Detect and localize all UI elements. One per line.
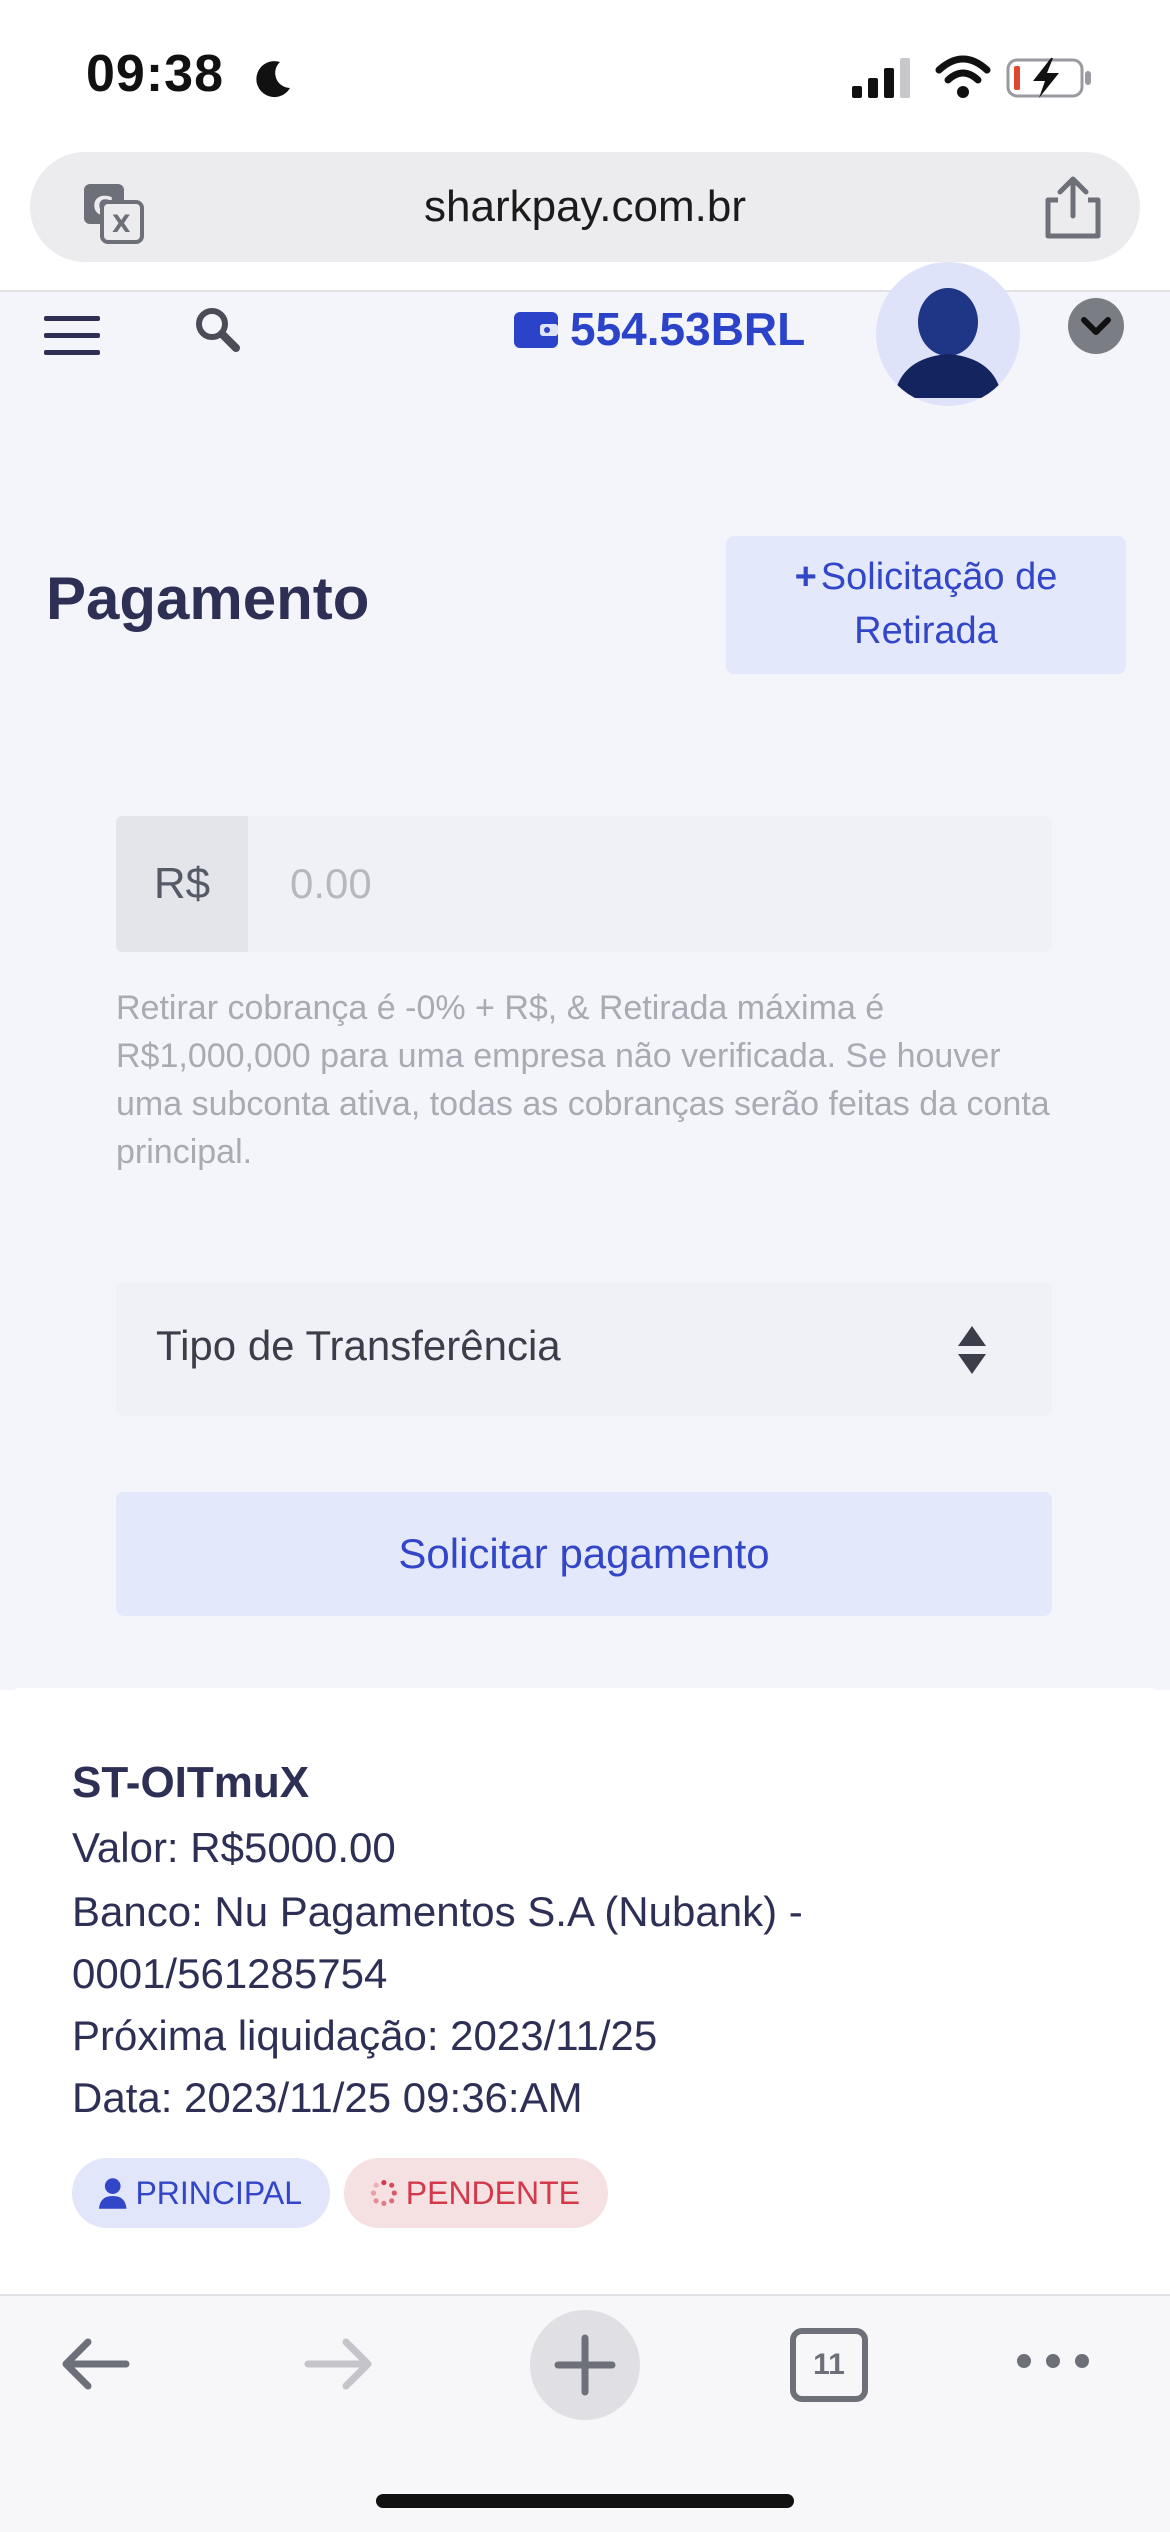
spinner-icon (370, 2179, 397, 2207)
battery-charging-icon (1006, 58, 1091, 98)
select-arrows-icon (958, 1326, 986, 1374)
plus-icon (554, 2334, 616, 2396)
user-silhouette-icon (894, 288, 1002, 398)
withdrawal-request-label-line2: Retirada (854, 610, 998, 652)
transfer-type-select[interactable]: Tipo de Transferência (116, 1282, 1052, 1416)
moon-icon (256, 61, 290, 98)
payout-date: Data: 2023/11/25 09:36:AM (72, 2074, 583, 2121)
transfer-type-label: Tipo de Transferência (156, 1322, 561, 1369)
menu-icon[interactable] (44, 314, 100, 358)
account-badge: PRINCIPAL (72, 2158, 330, 2228)
wallet-icon (514, 312, 558, 348)
main-content: 554.53BRL Pagamento + Solicitação de Reti… (0, 262, 1170, 1690)
share-icon[interactable] (1040, 174, 1106, 242)
payout-bank-account: 0001/561285754 (72, 1950, 388, 1997)
page-title: Pagamento (46, 565, 370, 632)
withdrawal-request-button[interactable]: + Solicitação de Retirada (726, 536, 1126, 674)
account-badge-label: PRINCIPAL (135, 2174, 302, 2211)
avatar[interactable] (876, 262, 1020, 406)
status-time: 09:38 (86, 45, 224, 103)
tabs-icon[interactable]: 11 (790, 2328, 868, 2402)
new-tab-button[interactable] (530, 2310, 640, 2420)
currency-prefix: R$ (116, 816, 248, 952)
status-badge: PENDENTE (344, 2158, 608, 2228)
payout-card[interactable]: ST-OITmuX Valor: R$5000.00 Banco: Nu Pag… (0, 1688, 1170, 2294)
chevron-down-icon (1081, 317, 1111, 335)
back-arrow-icon[interactable] (58, 2334, 132, 2394)
account-dropdown-button[interactable] (1068, 298, 1124, 354)
search-icon[interactable] (192, 304, 244, 356)
tab-count: 11 (813, 2348, 845, 2381)
more-icon[interactable] (1014, 2346, 1092, 2376)
payout-next-settlement: Próxima liquidação: 2023/11/25 (72, 2012, 658, 2059)
signal-icon (852, 58, 910, 98)
wifi-icon (935, 55, 991, 98)
plus-icon: + (794, 556, 817, 598)
status-bar: 09:38 (0, 0, 1170, 150)
url-text[interactable]: sharkpay.com.br (30, 182, 1140, 232)
request-payment-button[interactable]: Solicitar pagamento (116, 1492, 1052, 1616)
page: 09:38 G X sharkpay.com.br (0, 0, 1170, 2532)
payout-bank: Banco: Nu Pagamentos S.A (Nubank) - (72, 1888, 803, 1935)
home-indicator (376, 2494, 794, 2508)
wallet-balance[interactable]: 554.53BRL (570, 302, 805, 356)
amount-input[interactable] (248, 816, 1052, 952)
amount-field-group: R$ (116, 816, 1052, 952)
payout-amount: Valor: R$5000.00 (72, 1824, 396, 1871)
status-badge-label: PENDENTE (405, 2174, 580, 2211)
url-bar[interactable]: G X sharkpay.com.br (30, 152, 1140, 262)
browser-toolbar: 11 (0, 2296, 1170, 2532)
fee-note: Retirar cobrança é -0% + R$, & Retirada … (116, 989, 1050, 1171)
withdrawal-request-label-line1: Solicitação de (820, 556, 1058, 598)
payout-id: ST-OITmuX (72, 1758, 310, 1807)
forward-arrow-icon[interactable] (302, 2334, 376, 2394)
user-icon (98, 2178, 127, 2209)
